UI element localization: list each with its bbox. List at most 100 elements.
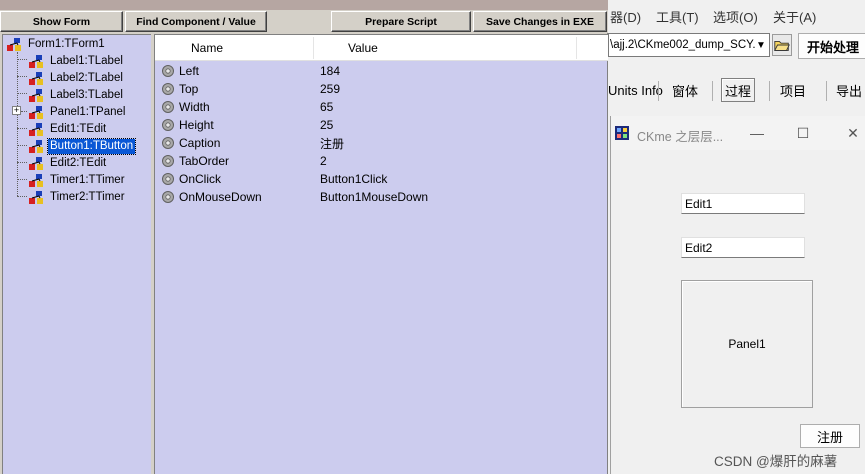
property-row[interactable]: Top 259 bbox=[155, 80, 608, 98]
tree-connector-line bbox=[17, 52, 18, 196]
path-bar: \ajj.2\CKme002_dump_SCY. ▼ 开始处理 bbox=[608, 33, 865, 61]
property-row[interactable]: Caption 注册 bbox=[155, 134, 608, 152]
column-header-value[interactable]: Value bbox=[348, 35, 378, 61]
find-component-button[interactable]: Find Component / Value bbox=[125, 11, 267, 32]
property-name: TabOrder bbox=[179, 154, 230, 168]
tree-connector-line bbox=[17, 76, 27, 77]
column-header-name[interactable]: Name bbox=[191, 35, 223, 61]
tree-item-label1[interactable]: Label1:TLabel bbox=[27, 53, 125, 70]
tree-item-label: Edit2:TEdit bbox=[50, 157, 107, 169]
tab-project[interactable]: 项目 bbox=[780, 78, 806, 102]
tree-item-timer1[interactable]: Timer1:TTimer bbox=[27, 172, 127, 189]
property-gear-icon bbox=[162, 65, 174, 77]
property-row[interactable]: OnClick Button1Click bbox=[155, 170, 608, 188]
tree-connector-line bbox=[17, 93, 27, 94]
property-value[interactable]: 注册 bbox=[320, 135, 344, 152]
tab-forms[interactable]: 窗体 bbox=[672, 78, 698, 102]
property-row[interactable]: OnMouseDown Button1MouseDown bbox=[155, 188, 608, 206]
property-value[interactable]: 2 bbox=[320, 154, 327, 168]
tree-item-label3[interactable]: Label3:TLabel bbox=[27, 87, 125, 104]
menu-item-debugger[interactable]: 器(D) bbox=[610, 7, 641, 26]
tree-item-label: Label3:TLabel bbox=[50, 89, 123, 101]
property-grid[interactable]: Name Value Left 184 Top 259 Width 65 Hei… bbox=[154, 34, 608, 474]
file-path-combobox[interactable]: \ajj.2\CKme002_dump_SCY. ▼ bbox=[608, 33, 770, 57]
property-name: OnClick bbox=[179, 172, 222, 186]
tree-item-panel1[interactable]: Panel1:TPanel bbox=[27, 104, 127, 121]
menu-bar: 器(D) 工具(T) 选项(O) 关于(A) bbox=[608, 0, 865, 30]
property-gear-icon bbox=[162, 191, 174, 203]
property-row[interactable]: Height 25 bbox=[155, 116, 608, 134]
property-gear-icon bbox=[162, 155, 174, 167]
tree-connector-line bbox=[17, 145, 27, 146]
tree-item-label2[interactable]: Label2:TLabel bbox=[27, 70, 125, 87]
app-icon bbox=[615, 126, 629, 140]
tree-item-edit1[interactable]: Edit1:TEdit bbox=[27, 121, 108, 138]
tab-units-info[interactable]: Units Info bbox=[608, 78, 663, 102]
start-processing-button[interactable]: 开始处理 bbox=[798, 33, 865, 59]
property-name: OnMouseDown bbox=[179, 190, 262, 204]
property-name: Left bbox=[179, 64, 200, 78]
form-title-bar[interactable]: CKme 之层层... — ☐ ✕ bbox=[611, 116, 865, 150]
property-row[interactable]: Width 65 bbox=[155, 98, 608, 116]
register-button[interactable]: 注册 bbox=[800, 424, 860, 448]
property-value[interactable]: 65 bbox=[320, 100, 333, 114]
prepare-script-button[interactable]: Prepare Script bbox=[331, 11, 471, 32]
component-node-icon bbox=[29, 106, 43, 119]
tab-procedures[interactable]: 过程 bbox=[721, 78, 756, 102]
menu-item-tools[interactable]: 工具(T) bbox=[656, 7, 699, 26]
tree-item-button1[interactable]: Button1:TButton bbox=[27, 138, 137, 155]
tab-export[interactable]: 导出 bbox=[836, 78, 862, 102]
property-value[interactable]: 184 bbox=[320, 64, 340, 78]
property-value[interactable]: Button1Click bbox=[320, 172, 387, 186]
tree-item-timer2[interactable]: Timer2:TTimer bbox=[27, 189, 127, 206]
tree-item-edit2[interactable]: Edit2:TEdit bbox=[27, 155, 108, 172]
property-name: Caption bbox=[179, 136, 221, 150]
window-top-strip bbox=[0, 0, 608, 10]
property-gear-icon bbox=[162, 119, 174, 131]
property-gear-icon bbox=[162, 137, 174, 149]
edit1-field[interactable]: Edit1 bbox=[681, 193, 805, 214]
property-value[interactable]: 25 bbox=[320, 118, 333, 132]
component-node-icon bbox=[29, 157, 43, 170]
edit2-field[interactable]: Edit2 bbox=[681, 237, 805, 258]
chevron-down-icon[interactable]: ▼ bbox=[753, 34, 769, 56]
minimize-icon[interactable]: — bbox=[747, 124, 767, 142]
component-node-icon bbox=[7, 38, 21, 51]
property-row[interactable]: TabOrder 2 bbox=[155, 152, 608, 170]
component-node-icon bbox=[29, 174, 43, 187]
component-node-icon bbox=[29, 55, 43, 68]
tree-item-label: Timer1:TTimer bbox=[50, 174, 125, 186]
inspector-toolbar: Show Form Find Component / Value Prepare… bbox=[0, 10, 608, 33]
expand-toggle-icon[interactable]: + bbox=[12, 106, 21, 115]
show-form-button[interactable]: Show Form bbox=[0, 11, 123, 32]
tree-connector-line bbox=[17, 128, 27, 129]
file-path-value: \ajj.2\CKme002_dump_SCY. bbox=[610, 39, 756, 51]
tree-connector-line bbox=[17, 162, 27, 163]
open-folder-button[interactable] bbox=[772, 34, 792, 56]
tab-separator bbox=[826, 81, 827, 101]
maximize-icon[interactable]: ☐ bbox=[793, 124, 813, 142]
property-name: Top bbox=[179, 82, 199, 96]
column-divider[interactable] bbox=[576, 37, 577, 59]
menu-item-about[interactable]: 关于(A) bbox=[773, 7, 816, 26]
watermark-text: CSDN @爆肝的麻薯 bbox=[714, 454, 838, 469]
component-node-icon bbox=[29, 140, 43, 153]
save-changes-button[interactable]: Save Changes in EXE bbox=[473, 11, 607, 32]
property-value[interactable]: 259 bbox=[320, 82, 340, 96]
property-grid-header: Name Value bbox=[155, 35, 608, 61]
tab-strip: Units Info 窗体 过程 项目 导出 bbox=[608, 78, 865, 104]
property-row[interactable]: Left 184 bbox=[155, 62, 608, 80]
panel1: Panel1 bbox=[681, 280, 813, 408]
tree-item-label: Panel1:TPanel bbox=[50, 106, 126, 118]
component-tree[interactable]: + Form1:TForm1 Label1:TLabel Label2:TLab… bbox=[2, 34, 151, 474]
property-name: Height bbox=[179, 118, 214, 132]
property-gear-icon bbox=[162, 83, 174, 95]
tree-item-form1[interactable]: Form1:TForm1 bbox=[5, 36, 107, 53]
menu-item-options[interactable]: 选项(O) bbox=[713, 7, 758, 26]
tree-item-label: Form1:TForm1 bbox=[28, 38, 105, 50]
property-value[interactable]: Button1MouseDown bbox=[320, 190, 428, 204]
column-divider[interactable] bbox=[313, 37, 314, 59]
tree-item-label: Edit1:TEdit bbox=[50, 123, 107, 135]
close-icon[interactable]: ✕ bbox=[843, 124, 863, 142]
tab-separator bbox=[712, 81, 713, 101]
